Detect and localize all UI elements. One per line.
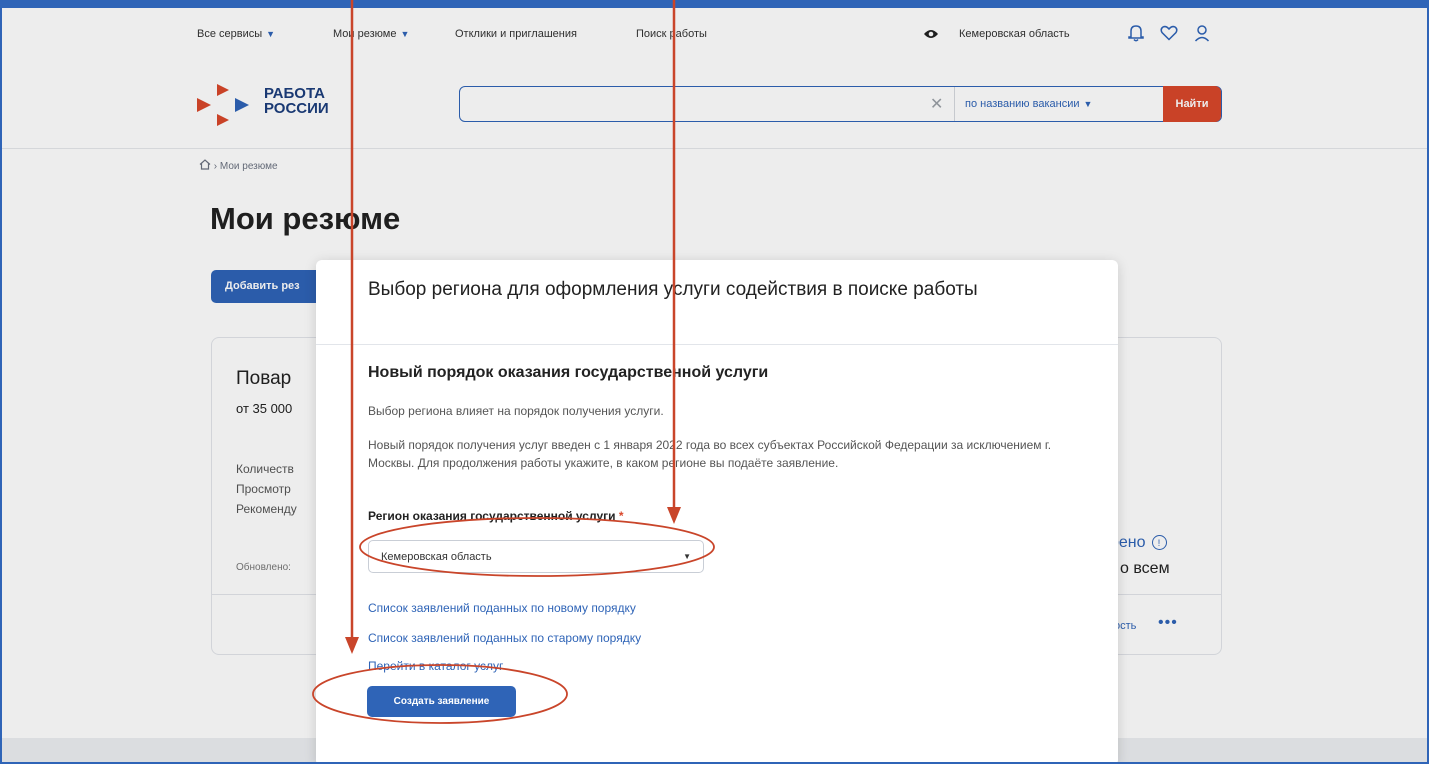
link-new-order-applications[interactable]: Список заявлений поданных по новому поря… xyxy=(368,601,636,615)
region-field-label: Регион оказания государственной услуги * xyxy=(368,509,624,523)
link-old-order-applications[interactable]: Список заявлений поданных по старому пор… xyxy=(368,631,641,645)
link-services-catalog[interactable]: Перейти в каталог услуг xyxy=(368,659,503,673)
caret-down-icon: ▼ xyxy=(683,552,691,561)
create-application-button[interactable]: Создать заявление xyxy=(367,686,516,717)
modal-text-region-info: Выбор региона влияет на порядок получени… xyxy=(368,404,664,418)
modal-text-new-order: Новый порядок получения услуг введен с 1… xyxy=(368,438,1052,470)
modal-header: Выбор региона для оформления услуги соде… xyxy=(316,260,1118,345)
region-select[interactable]: Кемеровская область ▼ xyxy=(368,540,704,573)
modal-subtitle: Новый порядок оказания государственной у… xyxy=(368,364,769,381)
modal-title: Выбор региона для оформления услуги соде… xyxy=(368,279,978,300)
region-select-value: Кемеровская область xyxy=(381,551,492,563)
region-modal: Выбор региона для оформления услуги соде… xyxy=(316,260,1118,762)
screenshot-frame: Все сервисы ▼ Мои резюме ▼ Отклики и пригл… xyxy=(0,0,1429,764)
required-mark: * xyxy=(618,509,624,523)
